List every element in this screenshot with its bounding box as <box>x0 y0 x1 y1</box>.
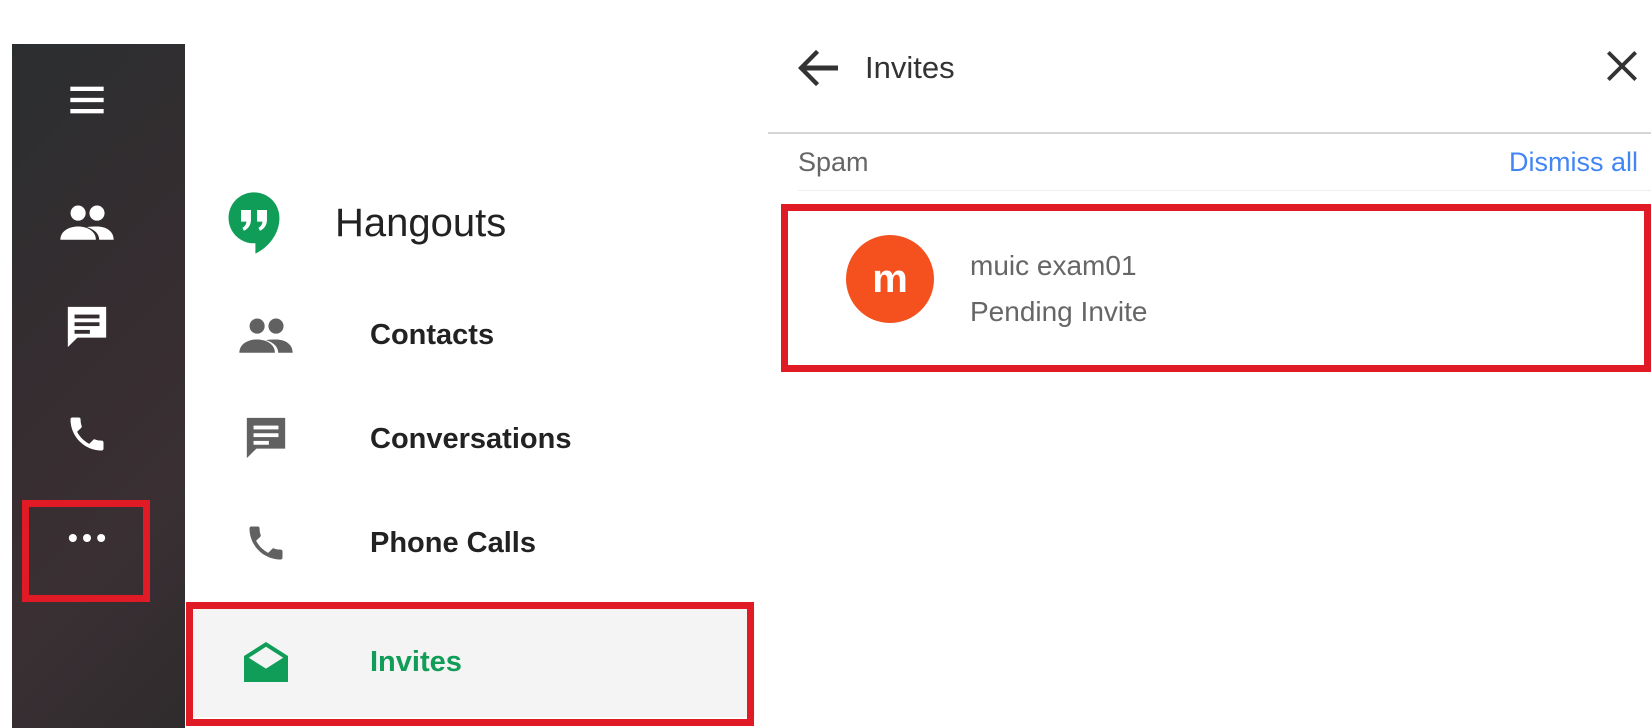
people-icon <box>239 318 293 353</box>
menu-button[interactable] <box>12 74 162 126</box>
envelope-open-icon <box>244 642 288 682</box>
nav-item-label: Contacts <box>370 318 495 351</box>
people-icon <box>60 205 114 240</box>
nav-item-label: Invites <box>370 645 462 678</box>
menu-icon <box>70 86 104 114</box>
rail-more-button[interactable] <box>12 510 162 566</box>
nav-item-invites[interactable]: Invites <box>190 607 755 717</box>
invite-name: muic exam01 <box>970 250 1137 281</box>
invite-item[interactable]: m muic exam01 Pending Invite <box>790 210 1651 360</box>
nav-item-label: Phone Calls <box>370 526 536 559</box>
invite-status: Pending Invite <box>970 296 1148 327</box>
arrow-left-icon <box>798 49 838 87</box>
rail-contacts-button[interactable] <box>12 196 162 248</box>
rail-phone-button[interactable] <box>12 406 162 462</box>
more-icon <box>68 534 106 542</box>
nav-item-contacts[interactable]: Contacts <box>190 283 755 387</box>
close-icon <box>1607 51 1637 81</box>
spam-section-header: Spam Dismiss all <box>798 143 1638 189</box>
brand: Hangouts <box>225 190 506 256</box>
nav-item-phone-calls[interactable]: Phone Calls <box>190 491 755 595</box>
app-title: Hangouts <box>335 200 507 245</box>
invites-panel: Invites Spam Dismiss all m muic exam01 P… <box>768 0 1651 728</box>
hangouts-nav: Hangouts Contacts Conversations Phone Ca… <box>185 0 755 728</box>
chat-icon <box>67 306 107 348</box>
back-button[interactable] <box>796 48 840 93</box>
avatar: m <box>846 235 934 323</box>
section-label: Spam <box>798 147 869 177</box>
nav-item-conversations[interactable]: Conversations <box>190 387 755 491</box>
phone-icon <box>70 417 104 451</box>
nav-item-label: Conversations <box>370 422 572 455</box>
app-rail <box>12 44 185 728</box>
dismiss-all-button[interactable]: Dismiss all <box>1509 147 1638 178</box>
close-button[interactable] <box>1604 48 1640 89</box>
panel-header: Invites <box>768 0 1651 134</box>
chat-icon <box>246 417 286 459</box>
phone-icon <box>249 526 283 560</box>
rail-conversations-button[interactable] <box>12 300 162 356</box>
section-divider <box>798 190 1651 191</box>
hangouts-logo-icon <box>228 192 280 254</box>
panel-title: Invites <box>865 50 955 85</box>
